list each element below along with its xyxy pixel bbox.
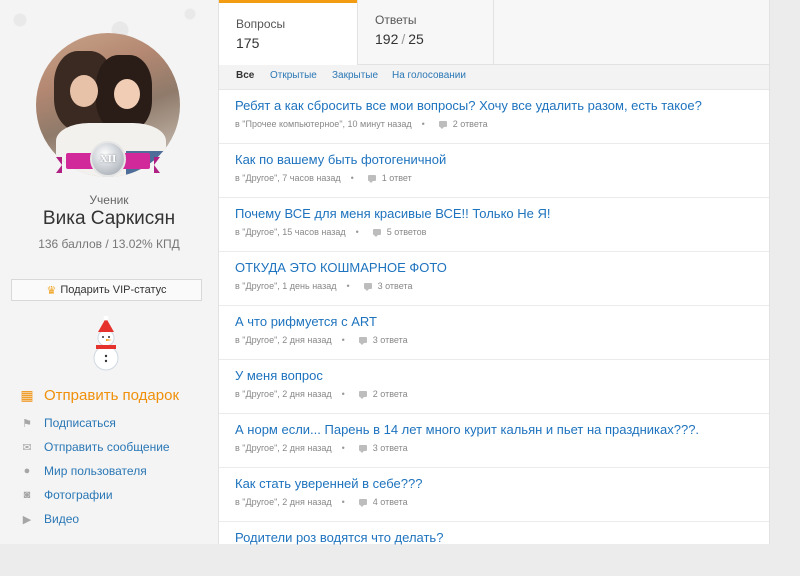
list-item: Как стать уверенней в себе??? в "Другое"… [219,468,769,522]
profile-sidebar: XII Ученик Вика Саркисян 136 баллов / 13… [0,0,218,544]
gift-vip-label: Подарить VIP-статус [60,284,167,296]
camera-icon: ◙ [23,489,31,501]
envelope-icon: ✉ [22,441,32,454]
gift-vip-button[interactable]: ♛ Подарить VIP-статус [11,279,202,301]
list-item: А норм если... Парень в 14 лет много кур… [219,414,769,468]
answers-count[interactable]: 3 ответа [373,443,408,453]
video-icon: ▶ [22,513,32,526]
list-item: Родители роз водятся что делать? [219,522,769,576]
comment-icon [358,499,367,507]
list-item: Ребят а как сбросить все мои вопросы? Хо… [219,90,769,144]
send-message-link[interactable]: ✉ Отправить сообщение [20,440,169,454]
question-title[interactable]: А норм если... Парень в 14 лет много кур… [235,422,699,437]
answers-count[interactable]: 3 ответа [373,335,408,345]
question-title[interactable]: Как стать уверенней в себе??? [235,476,422,491]
user-icon: ● [23,465,31,477]
user-name: Вика Саркисян [42,208,176,229]
subscribe-link[interactable]: ⚑ Подписаться [20,416,116,430]
question-meta: в "Другое", 1 день назад [235,281,337,291]
tab-answers-label: Ответы [375,13,417,27]
filter-all[interactable]: Все [236,70,254,81]
answers-count[interactable]: 3 ответа [378,281,413,291]
user-stats: 136 баллов / 13.02% КПД [38,237,180,251]
tab-questions-label: Вопросы [236,17,286,31]
user-rank: Ученик [89,193,129,207]
question-title[interactable]: А что рифмуется с ART [235,314,377,329]
answers-count[interactable]: 1 ответ [382,173,412,183]
question-title[interactable]: ОТКУДА ЭТО КОШМАРНОЕ ФОТО [235,260,447,275]
comment-icon [358,337,367,345]
list-item: ОТКУДА ЭТО КОШМАРНОЕ ФОТО в "Другое", 1 … [219,252,769,306]
list-item: Почему ВСЕ для меня красивые ВСЕ!! Тольк… [219,198,769,252]
answers-count[interactable]: 5 ответов [387,227,427,237]
questions-panel: Вопросы 175 Ответы 192/25 Все Открытые З… [218,0,770,545]
video-link[interactable]: ▶ Видео [20,512,79,526]
filter-closed[interactable]: Закрытые [332,70,378,81]
answers-count[interactable]: 2 ответа [373,389,408,399]
tab-questions-count: 175 [236,35,260,51]
question-meta: в "Другое", 2 дня назад [235,497,332,507]
comment-icon [358,445,367,453]
list-item: У меня вопрос в "Другое", 2 дня назад • 2 … [219,360,769,414]
question-meta: в "Другое", 2 дня назад [235,443,332,453]
comment-icon [363,283,372,291]
filter-open[interactable]: Открытые [270,70,317,81]
tab-questions[interactable]: Вопросы 175 [219,0,357,65]
filter-bar: Все Открытые Закрытые На голосовании [219,65,769,90]
user-world-link[interactable]: ● Мир пользователя [20,464,147,478]
crown-icon: ♛ [46,284,57,297]
medal-text: XII [99,153,117,165]
comment-icon [367,175,376,183]
comment-icon [372,229,381,237]
question-meta: в "Другое", 7 часов назад [235,173,341,183]
tabs-bar: Вопросы 175 Ответы 192/25 [219,0,769,65]
question-meta: в "Прочее компьютерное", 10 минут назад [235,119,412,129]
question-title[interactable]: У меня вопрос [235,368,323,383]
filter-voting[interactable]: На голосовании [392,70,466,81]
comment-icon [358,391,367,399]
question-meta: в "Другое", 2 дня назад [235,335,332,345]
rank-medal-icon: XII [90,141,126,177]
question-title[interactable]: Родители роз водятся что делать? [235,530,443,545]
gift-icon: ▦ [20,387,34,403]
list-item: А что рифмуется с ART в "Другое", 2 дня … [219,306,769,360]
tab-answers-count: 192/25 [375,31,424,47]
flag-icon: ⚑ [22,417,32,430]
answers-count[interactable]: 2 ответа [453,119,488,129]
comment-icon [438,121,447,129]
question-meta: в "Другое", 15 часов назад [235,227,346,237]
list-item: Как по вашему быть фотогеничной в "Друго… [219,144,769,198]
question-title[interactable]: Ребят а как сбросить все мои вопросы? Хо… [235,98,702,113]
answers-count[interactable]: 4 ответа [373,497,408,507]
avatar-block: XII [36,33,180,177]
photos-link[interactable]: ◙ Фотографии [20,488,113,502]
send-gift-link[interactable]: ▦ Отправить подарок [20,387,179,404]
question-title[interactable]: Почему ВСЕ для меня красивые ВСЕ!! Тольк… [235,206,551,221]
question-meta: в "Другое", 2 дня назад [235,389,332,399]
tab-answers[interactable]: Ответы 192/25 [357,0,494,64]
question-title[interactable]: Как по вашему быть фотогеничной [235,152,446,167]
snowman-icon [93,316,119,371]
